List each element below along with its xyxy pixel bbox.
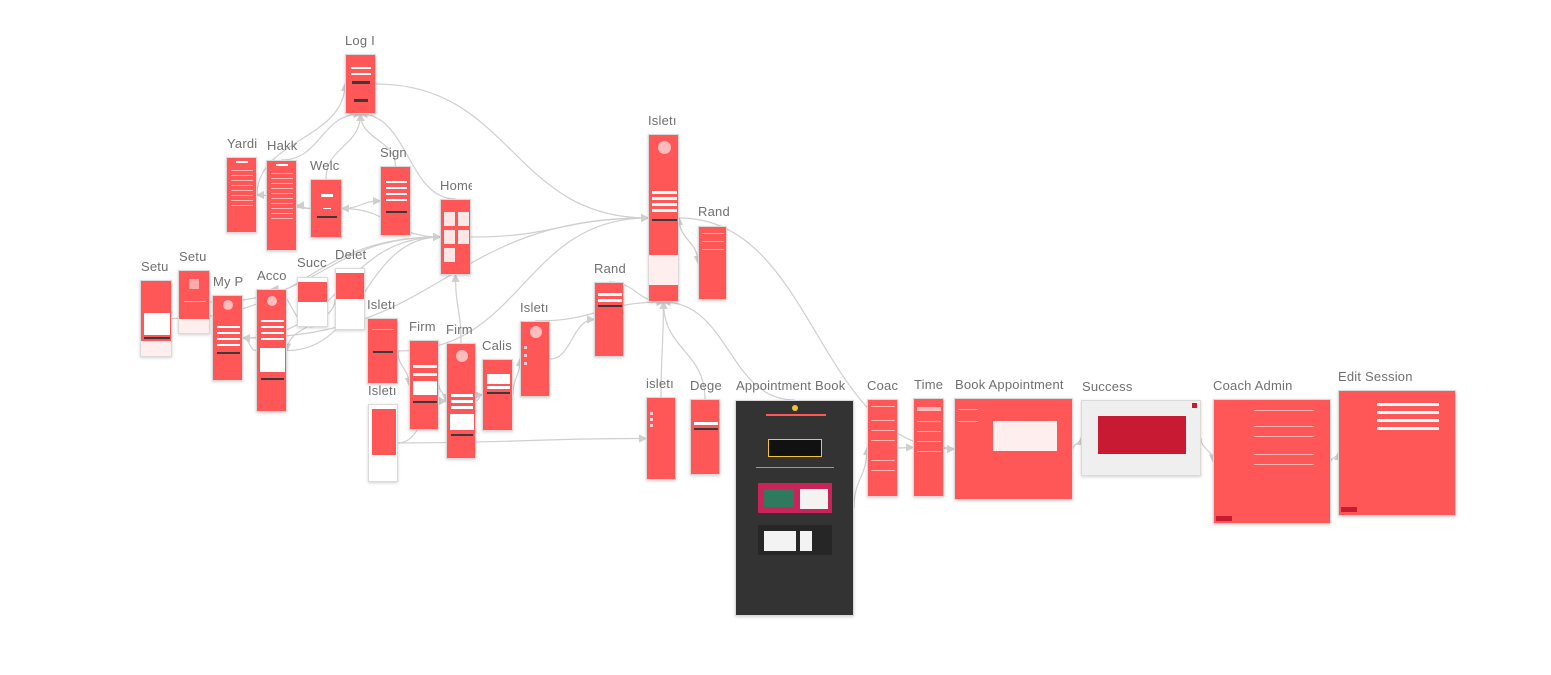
screen-label-coach-admin: Coach Admin [1213, 378, 1293, 393]
screen-label-degerlendirme: Dege [690, 378, 722, 393]
screen-thumbnail-setup2[interactable] [178, 270, 210, 334]
screen-label-myprofile: My P [213, 274, 244, 289]
screen-thumbnail-signup[interactable] [380, 166, 411, 236]
screen-label-welcome: Welc [310, 158, 340, 173]
screen-label-delete: Delet [335, 247, 367, 262]
screen-label-setup2: Setu [179, 249, 207, 264]
screen-label-isletme1: Isletı [367, 297, 396, 312]
connector-account-to-myprofile [241, 333, 257, 352]
connector-welcome-to-signup [341, 196, 382, 210]
screen-thumbnail-calisan[interactable] [482, 359, 513, 431]
screen-thumbnail-home[interactable] [440, 199, 471, 275]
connector-isletme3-to-randevu1 [549, 315, 596, 360]
screen-thumbnail-randevu1[interactable] [594, 282, 624, 357]
connector-isletme-tall-to-randevu2 [678, 217, 703, 265]
connector-appointment-booking-to-coach [853, 446, 872, 509]
screen-label-login: Log I [345, 33, 375, 48]
screen-label-time: Time [914, 377, 944, 392]
screen-label-success-small: Succ [297, 255, 327, 270]
screen-label-calisan: Calis [482, 338, 512, 353]
screen-thumbnail-isletme-tall[interactable] [648, 134, 679, 302]
screen-thumbnail-firma1[interactable] [409, 340, 439, 430]
screen-label-randevu1: Rand [594, 261, 626, 276]
screen-thumbnail-isletme4[interactable] [646, 397, 676, 480]
connector-login-to-isletme-tall [375, 83, 650, 223]
screen-thumbnail-myprofile[interactable] [212, 295, 243, 381]
screen-label-isletme4: isletı [646, 376, 674, 391]
screen-label-setup1: Setu [141, 259, 169, 274]
screen-label-home: Home [440, 178, 472, 193]
connector-calisan-to-isletme3 [512, 357, 525, 396]
connector-coach-admin-to-edit-session [1330, 451, 1343, 462]
screen-thumbnail-appointment-booking[interactable] [735, 400, 854, 616]
screen-thumbnail-time[interactable] [913, 398, 944, 497]
screen-label-appointment-booking: Appointment Book [736, 378, 846, 393]
screen-thumbnail-coach-admin[interactable] [1213, 399, 1331, 524]
screen-thumbnail-degerlendirme[interactable] [690, 399, 720, 475]
screen-label-edit-session: Edit Session [1338, 369, 1413, 384]
screen-label-hakkinda: Hakk [267, 138, 298, 153]
screen-thumbnail-hakkinda[interactable] [266, 160, 297, 251]
screen-thumbnail-firma2[interactable] [446, 343, 476, 459]
screen-label-randevu2: Rand [698, 204, 730, 219]
screen-label-coach: Coac [867, 378, 899, 393]
screen-label-firma1: Firm [409, 319, 436, 334]
screen-label-isletme-tall: Isletı [648, 113, 677, 128]
connector-coach-to-time [897, 443, 915, 452]
screen-label-account: Acco [257, 268, 287, 283]
screen-thumbnail-coach[interactable] [867, 399, 898, 497]
connector-isletme1-to-firma1 [397, 350, 414, 387]
screen-thumbnail-edit-session[interactable] [1338, 390, 1456, 516]
screen-thumbnail-success[interactable] [1081, 400, 1201, 476]
screen-thumbnail-isletme3[interactable] [520, 321, 550, 397]
screen-thumbnail-isletme2[interactable] [368, 404, 398, 482]
connector-hakkinda-to-login [281, 109, 362, 161]
screen-label-isletme2: Isletı [368, 383, 397, 398]
screen-label-firma2: Firm [446, 322, 473, 337]
screen-label-book-appointment: Book Appointment [955, 377, 1064, 392]
screen-thumbnail-account[interactable] [256, 289, 287, 412]
screen-thumbnail-login[interactable] [345, 54, 376, 114]
screen-thumbnail-book-appointment[interactable] [954, 398, 1073, 500]
screen-thumbnail-yardim[interactable] [226, 157, 257, 233]
screen-label-yardim: Yardi [227, 136, 258, 151]
connector-success-to-coach-admin [1200, 437, 1218, 463]
screen-label-success: Success [1082, 379, 1133, 394]
connector-isletme2-to-isletme4 [397, 434, 648, 444]
flow-canvas[interactable]: Log I Yardi Hakk Welc Sign Home Setu Set… [0, 0, 1551, 675]
screen-thumbnail-isletme1[interactable] [367, 318, 398, 384]
screen-thumbnail-delete[interactable] [335, 268, 365, 330]
screen-thumbnail-randevu2[interactable] [698, 226, 727, 300]
screen-thumbnail-welcome[interactable] [310, 179, 342, 238]
screen-thumbnail-success-small[interactable] [297, 277, 328, 327]
screen-label-signup: Sign [380, 145, 407, 160]
screen-thumbnail-setup1[interactable] [140, 280, 172, 357]
screen-label-isletme3: Isletı [520, 300, 549, 315]
connector-firma1-to-firma2 [438, 384, 451, 403]
connector-book-appointment-to-success [1072, 436, 1086, 450]
